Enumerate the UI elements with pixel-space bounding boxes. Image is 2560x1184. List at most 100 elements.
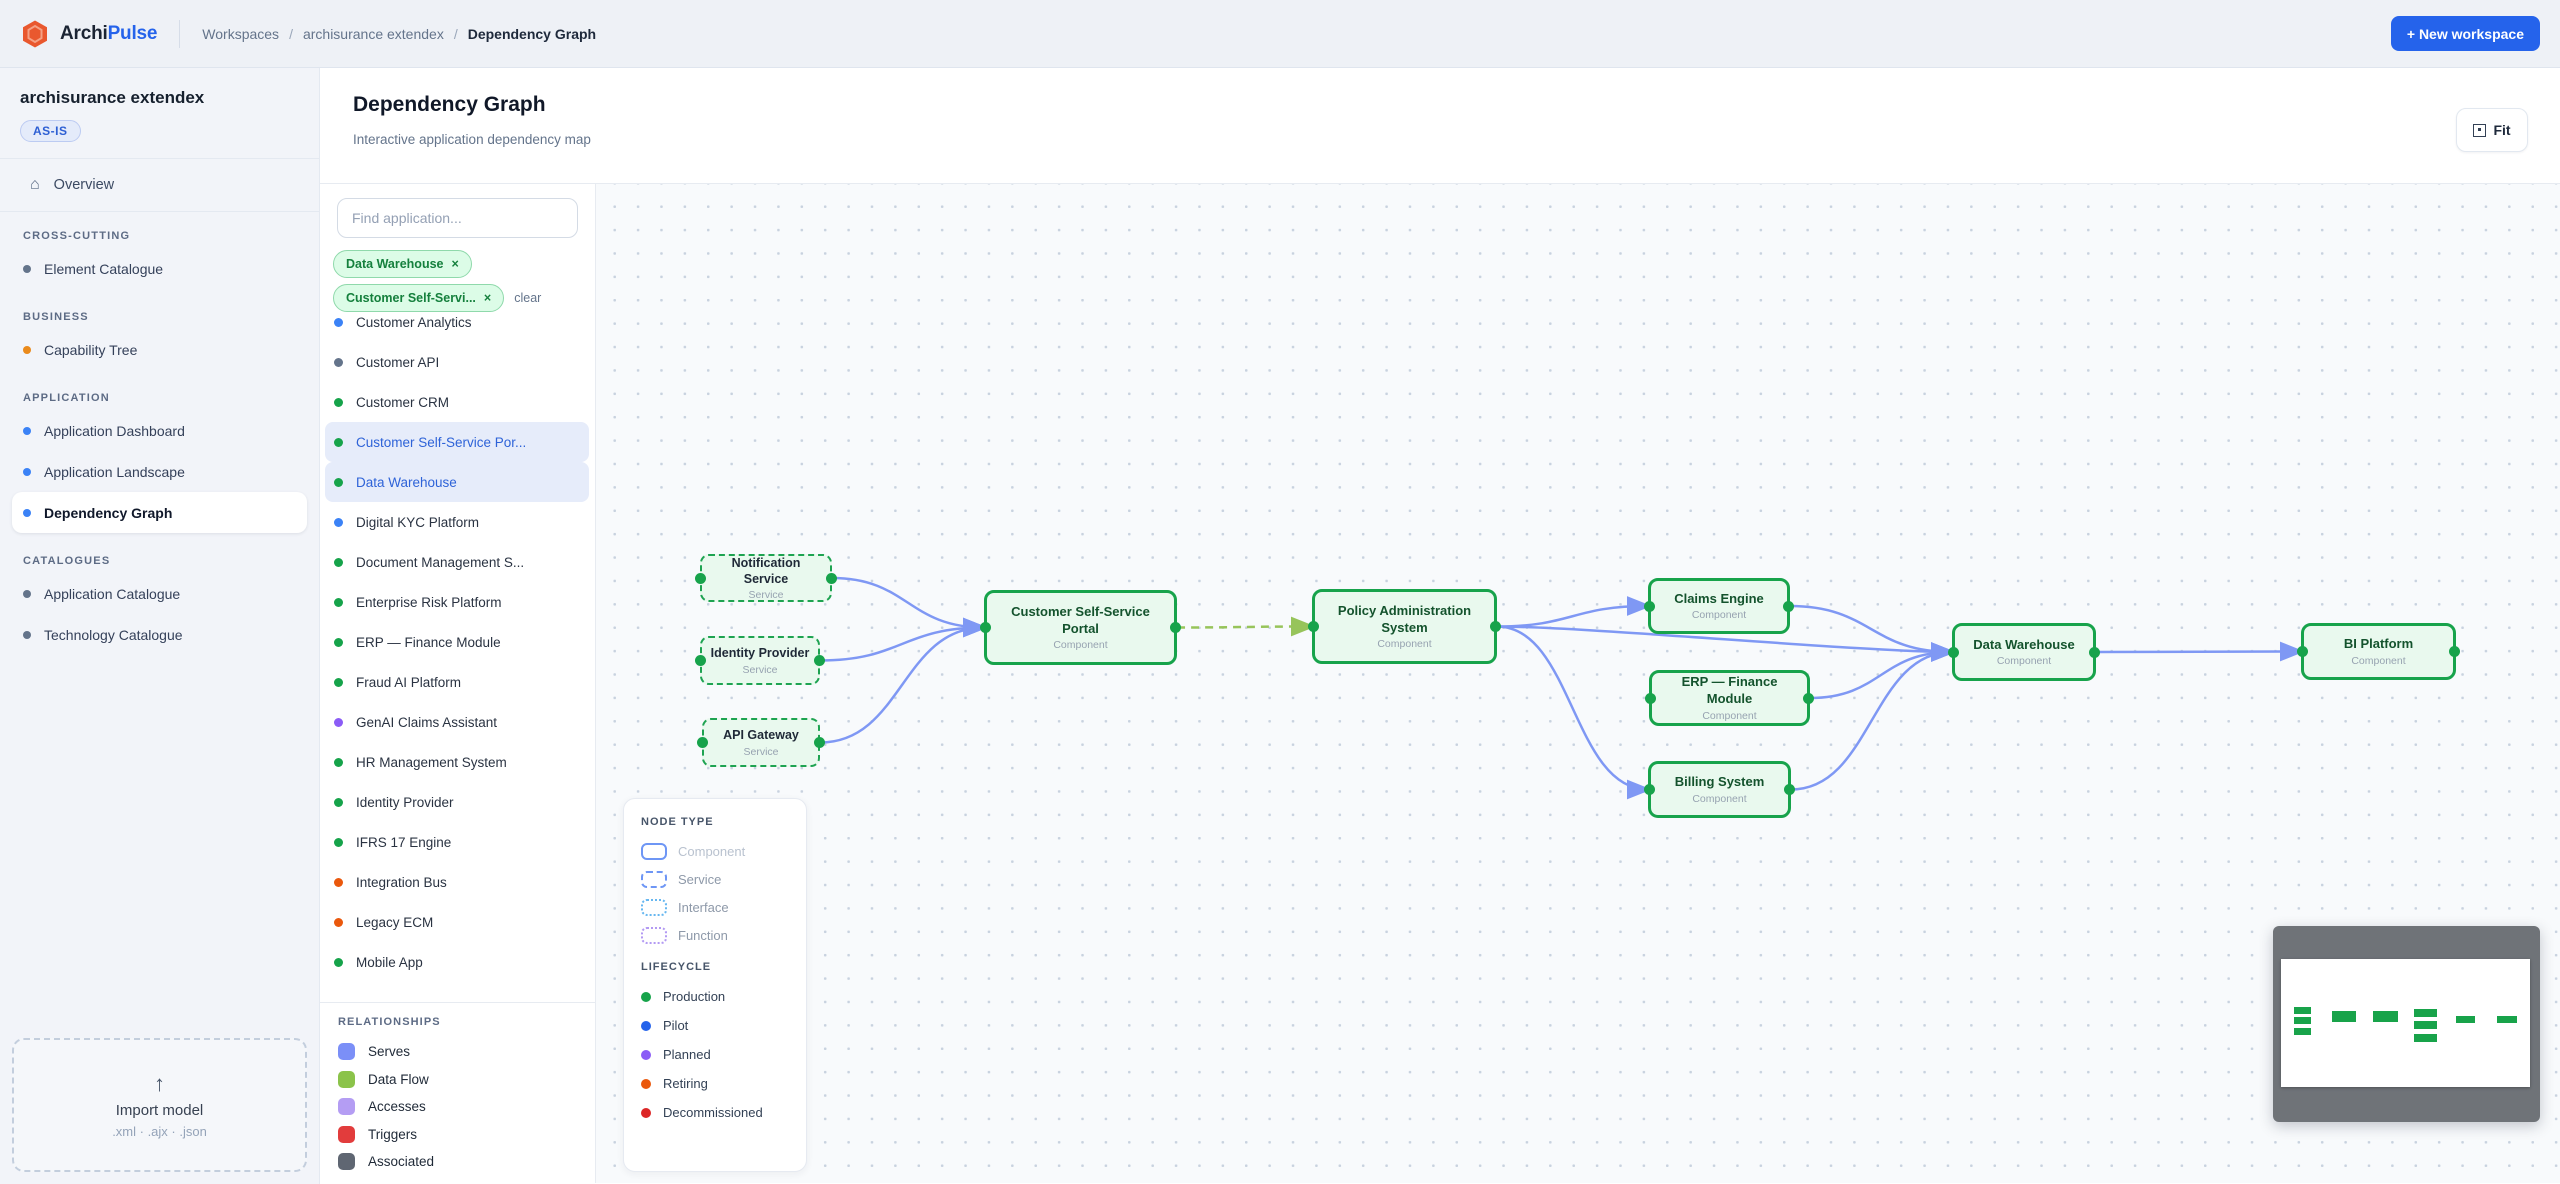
application-list-item[interactable]: Customer Self-Service Por... <box>325 422 589 462</box>
node-type-label: Component <box>1692 793 1746 805</box>
breadcrumb-separator: / <box>289 26 293 42</box>
graph-node-bi-platform[interactable]: BI PlatformComponent <box>2301 623 2456 680</box>
graph-node-erp-finance-module[interactable]: ERP — Finance ModuleComponent <box>1649 670 1810 726</box>
application-list[interactable]: Customer Analytics Customer API Customer C… <box>320 316 595 1002</box>
application-list-item[interactable]: Customer CRM <box>325 382 589 422</box>
application-list-item[interactable]: Identity Provider <box>325 782 589 822</box>
lifecycle-dot-icon <box>641 1108 651 1118</box>
lifecycle-dot-icon <box>334 958 343 967</box>
sidebar-item-application-dashboard[interactable]: Application Dashboard <box>12 410 307 451</box>
minimap-node-block <box>2414 1009 2437 1017</box>
edge-customer-self-service-portal-to-policy-administration-system <box>1177 627 1312 628</box>
status-dot-icon <box>23 265 31 273</box>
node-type-legend-item: Interface <box>641 893 806 921</box>
relationships-legend: RELATIONSHIPS ServesData FlowAccessesTri… <box>320 1002 595 1183</box>
application-list-item[interactable]: GenAI Claims Assistant <box>325 702 589 742</box>
new-workspace-button[interactable]: + New workspace <box>2391 16 2540 51</box>
lifecycle-dot-icon <box>334 918 343 927</box>
input-port <box>695 655 706 666</box>
fit-view-button[interactable]: Fit <box>2456 108 2528 152</box>
sidebar-item-dependency-graph[interactable]: Dependency Graph <box>12 492 307 533</box>
application-list-item[interactable]: Data Warehouse <box>325 462 589 502</box>
brand-name: ArchiPulse <box>60 23 157 45</box>
sidebar-section-title: APPLICATION <box>0 392 319 410</box>
node-type-label: Service <box>743 746 778 758</box>
lifecycle-label: Planned <box>663 1047 711 1062</box>
node-type-legend-item: Service <box>641 865 806 893</box>
node-title: BI Platform <box>2344 636 2413 653</box>
application-list-item[interactable]: Legacy ECM <box>325 902 589 942</box>
node-type-label: Component <box>1053 639 1107 651</box>
relationship-label: Associated <box>368 1154 434 1169</box>
filter-chip[interactable]: Data Warehouse × <box>333 250 472 278</box>
minimap-viewport[interactable] <box>2281 959 2530 1087</box>
application-list-item[interactable]: Digital KYC Platform <box>325 502 589 542</box>
application-list-item[interactable]: Customer Analytics <box>325 316 589 342</box>
page-subtitle: Interactive application dependency map <box>353 132 591 147</box>
output-port <box>1490 621 1501 632</box>
sidebar-item-capability-tree[interactable]: Capability Tree <box>12 329 307 370</box>
import-formats: .xml · .ajx · .json <box>112 1124 207 1139</box>
dependency-graph-canvas[interactable]: Notification ServiceService Identity Prov… <box>596 184 2560 1183</box>
filter-chip[interactable]: Customer Self-Servi...× <box>333 284 504 312</box>
sidebar-item-overview[interactable]: ⌂ Overview <box>0 159 319 212</box>
sidebar-item-label: Dependency Graph <box>44 505 172 521</box>
remove-chip-icon[interactable]: × <box>451 257 458 271</box>
filter-chip-label: Data Warehouse <box>346 257 443 271</box>
graph-node-customer-self-service-portal[interactable]: Customer Self-Service PortalComponent <box>984 590 1177 665</box>
lifecycle-dot-icon <box>334 598 343 607</box>
node-type-label: Component <box>1692 609 1746 621</box>
graph-node-notification-service[interactable]: Notification ServiceService <box>700 554 832 602</box>
application-list-item[interactable]: Enterprise Risk Platform <box>325 582 589 622</box>
application-list-item[interactable]: Integration Bus <box>325 862 589 902</box>
application-list-item[interactable]: IFRS 17 Engine <box>325 822 589 862</box>
application-label: HR Management System <box>356 755 507 770</box>
relationship-legend-item: Triggers <box>338 1121 595 1149</box>
relationship-label: Data Flow <box>368 1072 429 1087</box>
sidebar-item-application-landscape[interactable]: Application Landscape <box>12 451 307 492</box>
graph-node-claims-engine[interactable]: Claims EngineComponent <box>1648 578 1790 634</box>
sidebar-section: CATALOGUESApplication CatalogueTechnolog… <box>0 537 319 659</box>
node-title: API Gateway <box>723 727 799 743</box>
application-list-item[interactable]: Fraud AI Platform <box>325 662 589 702</box>
application-label: Customer API <box>356 355 439 370</box>
top-bar: ArchiPulse Workspaces / archisurance ext… <box>0 0 2560 68</box>
graph-node-billing-system[interactable]: Billing SystemComponent <box>1648 761 1791 818</box>
input-port <box>1644 601 1655 612</box>
input-port <box>1948 647 1959 658</box>
import-model-dropzone[interactable]: ↑ Import model .xml · .ajx · .json <box>12 1038 307 1172</box>
node-type-swatch-icon <box>641 843 667 860</box>
clear-filters-link[interactable]: clear <box>514 291 541 305</box>
sidebar-item-element-catalogue[interactable]: Element Catalogue <box>12 248 307 289</box>
sidebar-item-technology-catalogue[interactable]: Technology Catalogue <box>12 614 307 655</box>
find-application-input[interactable] <box>337 198 578 238</box>
application-list-item[interactable]: ERP — Finance Module <box>325 622 589 662</box>
breadcrumb-workspaces[interactable]: Workspaces <box>202 26 279 42</box>
application-list-item[interactable]: HR Management System <box>325 742 589 782</box>
relationship-label: Accesses <box>368 1099 426 1114</box>
graph-node-identity-provider[interactable]: Identity ProviderService <box>700 636 820 685</box>
lifecycle-title: LIFECYCLE <box>641 961 806 973</box>
minimap-node-block <box>2294 1007 2311 1014</box>
edge-erp-finance-module-to-data-warehouse <box>1810 652 1952 698</box>
graph-node-data-warehouse[interactable]: Data WarehouseComponent <box>1952 623 2096 681</box>
application-list-item[interactable]: Mobile App <box>325 942 589 982</box>
application-list-item[interactable]: Document Management S... <box>325 542 589 582</box>
minimap-node-block <box>2294 1017 2311 1024</box>
remove-chip-icon[interactable]: × <box>484 291 491 305</box>
sidebar-item-application-catalogue[interactable]: Application Catalogue <box>12 573 307 614</box>
main-panel: Dependency Graph Interactive application… <box>320 68 2560 1184</box>
breadcrumb-workspace-name[interactable]: archisurance extendex <box>303 26 444 42</box>
minimap[interactable] <box>2273 926 2540 1122</box>
lifecycle-dot-icon <box>334 718 343 727</box>
application-label: IFRS 17 Engine <box>356 835 451 850</box>
graph-edges <box>596 184 2560 1183</box>
application-label: Fraud AI Platform <box>356 675 461 690</box>
lifecycle-legend-item: Decommissioned <box>641 1098 806 1127</box>
application-label: Enterprise Risk Platform <box>356 595 502 610</box>
graph-node-api-gateway[interactable]: API Gateway Service <box>702 718 820 767</box>
application-list-item[interactable]: Customer API <box>325 342 589 382</box>
graph-node-policy-administration-system[interactable]: Policy Administration SystemComponent <box>1312 589 1497 664</box>
status-dot-icon <box>23 631 31 639</box>
node-title: ERP — Finance Module <box>1660 674 1799 708</box>
